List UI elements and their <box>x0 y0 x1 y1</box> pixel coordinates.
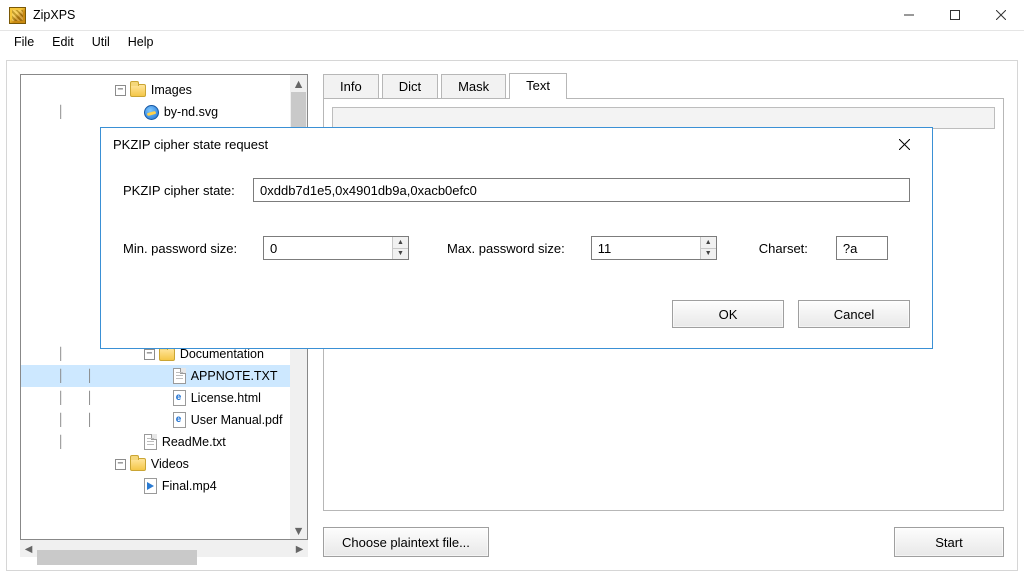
collapse-icon[interactable]: − <box>115 459 126 470</box>
collapse-icon[interactable]: − <box>115 85 126 96</box>
text-file-icon <box>144 434 157 450</box>
tab-info[interactable]: Info <box>323 74 379 99</box>
video-file-icon <box>144 478 157 494</box>
max-password-label: Max. password size: <box>447 241 565 256</box>
spin-up-icon[interactable]: ▲ <box>393 237 408 249</box>
tree-row[interactable]: │ │ User Manual.pdf <box>21 409 290 431</box>
scroll-thumb-h[interactable] <box>37 550 197 565</box>
tree-row[interactable]: │ ReadMe.txt <box>21 431 290 453</box>
folder-icon <box>130 458 146 471</box>
folder-icon <box>130 84 146 97</box>
window-title: ZipXPS <box>33 8 75 22</box>
close-button[interactable] <box>978 0 1024 31</box>
html-file-icon <box>173 390 186 406</box>
browser-icon <box>144 105 159 120</box>
tree-item-label: Images <box>151 83 192 97</box>
menu-util[interactable]: Util <box>84 34 118 50</box>
scroll-right-icon[interactable]: ► <box>291 540 308 557</box>
max-password-spinner[interactable]: ▲▼ <box>591 236 717 260</box>
html-file-icon <box>173 412 186 428</box>
dialog-close-button[interactable] <box>888 128 920 160</box>
dialog-title: PKZIP cipher state request <box>113 137 268 152</box>
dialog-ok-button[interactable]: OK <box>672 300 784 328</box>
text-file-icon <box>173 368 186 384</box>
folder-icon <box>159 348 175 361</box>
titlebar: ZipXPS <box>0 0 1024 31</box>
tree-item-label: Videos <box>151 457 189 471</box>
dialog-titlebar: PKZIP cipher state request <box>101 128 932 160</box>
scroll-down-icon[interactable]: ▼ <box>290 522 307 539</box>
min-password-input[interactable] <box>264 237 392 259</box>
cipher-state-input[interactable] <box>253 178 910 202</box>
tree-row[interactable]: │ │ License.html <box>21 387 290 409</box>
app-icon <box>9 7 26 24</box>
tab-mask[interactable]: Mask <box>441 74 506 99</box>
spin-down-icon[interactable]: ▼ <box>701 249 716 260</box>
spin-up-icon[interactable]: ▲ <box>701 237 716 249</box>
tree-hscrollbar[interactable]: ◄ ► <box>20 540 308 557</box>
tree-item-label: APPNOTE.TXT <box>191 369 278 383</box>
tree-row[interactable]: − Images <box>21 79 290 101</box>
min-password-spinner[interactable]: ▲▼ <box>263 236 409 260</box>
tab-text[interactable]: Text <box>509 73 567 99</box>
tab-strip: Info Dict Mask Text <box>323 74 1004 99</box>
tree-row[interactable]: − Videos <box>21 453 290 475</box>
start-button[interactable]: Start <box>894 527 1004 557</box>
cipher-dialog: PKZIP cipher state request PKZIP cipher … <box>100 127 933 349</box>
max-password-input[interactable] <box>592 237 700 259</box>
tab-dict[interactable]: Dict <box>382 74 438 99</box>
tree-item-label: License.html <box>191 391 261 405</box>
cipher-state-label: PKZIP cipher state: <box>123 183 253 198</box>
menubar: File Edit Util Help <box>0 31 1024 52</box>
tree-row[interactable]: │ │ APPNOTE.TXT <box>21 365 290 387</box>
menu-file[interactable]: File <box>6 34 42 50</box>
menu-edit[interactable]: Edit <box>44 34 82 50</box>
tree-item-label: ReadMe.txt <box>162 435 226 449</box>
tab-content-bar <box>332 107 995 129</box>
choose-plaintext-button[interactable]: Choose plaintext file... <box>323 527 489 557</box>
spin-down-icon[interactable]: ▼ <box>393 249 408 260</box>
tree-row[interactable]: Final.mp4 <box>21 475 290 497</box>
scroll-up-icon[interactable]: ▲ <box>290 75 307 92</box>
scroll-left-icon[interactable]: ◄ <box>20 540 37 557</box>
min-password-label: Min. password size: <box>123 241 253 256</box>
tree-item-label: User Manual.pdf <box>191 413 283 427</box>
menu-help[interactable]: Help <box>120 34 162 50</box>
dialog-cancel-button[interactable]: Cancel <box>798 300 910 328</box>
minimize-button[interactable] <box>886 0 932 31</box>
tree-item-label: Documentation <box>180 347 264 361</box>
tree-item-label: Final.mp4 <box>162 479 217 493</box>
tree-item-label: by-nd.svg <box>164 105 218 119</box>
charset-label: Charset: <box>759 241 808 256</box>
collapse-icon[interactable]: − <box>144 349 155 360</box>
maximize-button[interactable] <box>932 0 978 31</box>
tree-row[interactable]: │ by-nd.svg <box>21 101 290 123</box>
charset-input[interactable] <box>836 236 888 260</box>
